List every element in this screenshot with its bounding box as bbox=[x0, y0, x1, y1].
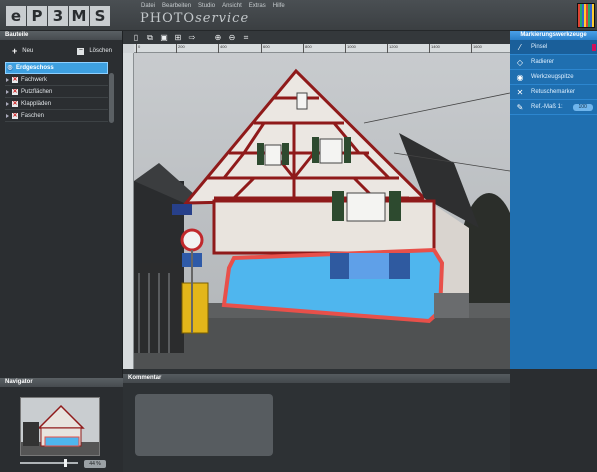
zoom-value[interactable]: 44 % bbox=[84, 460, 106, 468]
logo-letter: S bbox=[90, 6, 110, 26]
save-icon[interactable]: ▣ bbox=[160, 33, 168, 42]
checkbox-icon[interactable]: ✕ bbox=[12, 101, 18, 107]
components-panel: Bauteile + Neu − Löschen ◎ Erdgeschoss ✕… bbox=[0, 31, 123, 378]
send-icon[interactable]: ⇨ bbox=[188, 33, 196, 42]
tree-item-klappladen[interactable]: ✕ Klappläden bbox=[5, 99, 108, 110]
checkbox-icon[interactable]: ✕ bbox=[12, 89, 18, 95]
checkbox-icon[interactable]: ✕ bbox=[12, 77, 18, 83]
thumbnail-house-image bbox=[21, 398, 99, 455]
ruler-tick: 0 bbox=[136, 44, 140, 53]
tree-item-fachwerk[interactable]: ✕ Fachwerk bbox=[5, 75, 108, 86]
zoom-out-icon[interactable]: ⊖ bbox=[228, 33, 236, 42]
photo-canvas[interactable] bbox=[134, 53, 510, 369]
zoom-in-icon[interactable]: ⊕ bbox=[214, 33, 222, 42]
brush-icon: ⁄ bbox=[519, 42, 521, 52]
product-title: PHOTOservice bbox=[140, 11, 250, 26]
eraser-icon: ◇ bbox=[516, 57, 524, 67]
visibility-check-icon[interactable]: ◎ bbox=[7, 65, 13, 71]
logo-letter: 3 bbox=[48, 6, 68, 26]
ruler-tick: 1600 bbox=[471, 44, 482, 53]
app-header: e P 3 M S Datei Bearbeiten Studio Ansich… bbox=[0, 0, 597, 31]
comment-textarea[interactable] bbox=[135, 394, 273, 456]
menu-bar: Datei Bearbeiten Studio Ansicht Extras H… bbox=[141, 3, 285, 9]
menu-bearbeiten[interactable]: Bearbeiten bbox=[162, 3, 191, 9]
retouch-marker-icon: ✕ bbox=[516, 87, 524, 97]
open-folder-icon[interactable]: ⧉ bbox=[146, 33, 154, 42]
expand-arrow-icon[interactable] bbox=[6, 102, 9, 106]
ruler-pen-icon: ✎ bbox=[516, 102, 524, 112]
zoom-slider[interactable] bbox=[20, 459, 78, 467]
reference-scale-input[interactable]: 100 bbox=[572, 103, 593, 111]
minus-icon: − bbox=[77, 46, 85, 55]
tool-tip[interactable]: ◉ Werkzeugspitze bbox=[510, 70, 597, 85]
expand-arrow-icon[interactable] bbox=[6, 114, 9, 118]
ruler-tick: 400 bbox=[218, 44, 227, 53]
component-tree: ◎ Erdgeschoss ✕ Fachwerk ✕ Putzflächen ✕… bbox=[0, 62, 122, 122]
components-scrollbar[interactable] bbox=[109, 73, 114, 123]
ruler-tick: 800 bbox=[303, 44, 312, 53]
menu-studio[interactable]: Studio bbox=[198, 3, 215, 9]
expand-arrow-icon[interactable] bbox=[6, 78, 9, 82]
tree-item-erdgeschoss[interactable]: ◎ Erdgeschoss bbox=[5, 62, 108, 74]
logo-letter: M bbox=[69, 6, 89, 26]
zoom-slider-knob[interactable] bbox=[64, 459, 67, 467]
tool-reference-scale[interactable]: ✎ Ref.-Maß 1: 100 bbox=[510, 100, 597, 115]
menu-ansicht[interactable]: Ansicht bbox=[222, 3, 242, 9]
logo-letter: e bbox=[6, 6, 26, 26]
new-file-icon[interactable]: ▯ bbox=[132, 33, 140, 42]
navigator-title: Navigator bbox=[0, 378, 123, 387]
comment-title: Kommentar bbox=[123, 374, 510, 383]
tree-item-putzflaechen[interactable]: ✕ Putzflächen bbox=[5, 87, 108, 98]
ruler-corner bbox=[123, 44, 134, 53]
ruler-top: 0 200 400 600 800 1000 1200 1400 1600 bbox=[134, 44, 510, 53]
tool-retouch-marker[interactable]: ✕ Retuschemarker bbox=[510, 85, 597, 100]
comment-panel: Kommentar bbox=[123, 369, 510, 472]
ruler-tick: 1400 bbox=[429, 44, 440, 53]
marking-tools-panel: Markierungswerkzeuge ⁄ Pinsel ◇ Radierer… bbox=[510, 31, 597, 369]
ruler-tick: 200 bbox=[176, 44, 185, 53]
expand-arrow-icon[interactable] bbox=[6, 90, 9, 94]
fit-icon[interactable]: ⌗ bbox=[242, 33, 250, 42]
tree-item-faschen[interactable]: ✕ Faschen bbox=[5, 111, 108, 122]
tool-brush[interactable]: ⁄ Pinsel bbox=[510, 40, 597, 55]
ruler-tick: 600 bbox=[261, 44, 270, 53]
tool-tip-icon: ◉ bbox=[516, 72, 524, 82]
delete-component-button[interactable]: − Löschen bbox=[77, 46, 112, 56]
navigator-thumbnail[interactable] bbox=[20, 397, 100, 456]
right-empty-area bbox=[510, 369, 597, 472]
ruler-tick: 1200 bbox=[387, 44, 398, 53]
ruler-left bbox=[123, 53, 134, 369]
main-toolbar: ▯ ⧉ ▣ ⊞ ⇨ ⊕ ⊖ ⌗ bbox=[123, 31, 510, 44]
navigator-panel: Navigator 44 % bbox=[0, 378, 123, 472]
ruler-tick: 1000 bbox=[345, 44, 356, 53]
menu-extras[interactable]: Extras bbox=[249, 3, 266, 9]
menu-hilfe[interactable]: Hilfe bbox=[273, 3, 285, 9]
components-panel-title: Bauteile bbox=[0, 31, 122, 40]
active-color-swatch[interactable] bbox=[592, 44, 596, 51]
tool-eraser[interactable]: ◇ Radierer bbox=[510, 55, 597, 70]
export-image-icon[interactable]: ⊞ bbox=[174, 33, 182, 42]
new-component-button[interactable]: + Neu bbox=[12, 46, 33, 56]
plus-icon: + bbox=[12, 46, 18, 56]
house-photo bbox=[134, 53, 510, 369]
checkbox-icon[interactable]: ✕ bbox=[12, 113, 18, 119]
logo-letter: P bbox=[27, 6, 47, 26]
marking-tools-title: Markierungswerkzeuge bbox=[510, 31, 597, 40]
brand-badge-icon bbox=[577, 3, 595, 28]
menu-datei[interactable]: Datei bbox=[141, 3, 155, 9]
app-logo: e P 3 M S bbox=[6, 6, 110, 26]
